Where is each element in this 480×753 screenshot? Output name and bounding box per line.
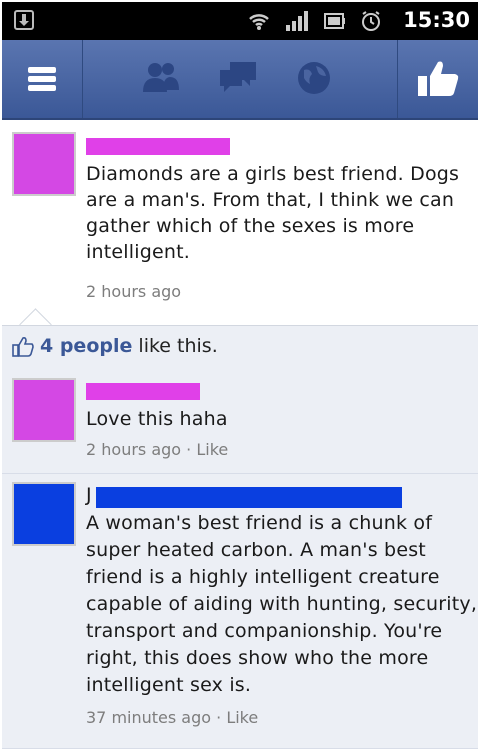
comment: Love this haha 2 hours ago · Like bbox=[2, 368, 478, 474]
alarm-icon bbox=[362, 11, 380, 31]
comment-meta: 37 minutes ago · Like bbox=[86, 708, 258, 727]
like-count-icon bbox=[12, 337, 34, 357]
comment-author-name-redacted[interactable] bbox=[86, 383, 200, 400]
likes-count-link[interactable]: 4 people bbox=[40, 335, 132, 357]
meta-separator: · bbox=[211, 708, 227, 727]
jewel-icons bbox=[142, 60, 332, 96]
clock: 15:30 bbox=[403, 8, 470, 32]
post-text-line-1: Diamonds are a girls best friend. Dogs bbox=[86, 163, 460, 185]
battery-icon bbox=[324, 13, 345, 29]
post-text-line-4: intelligent. bbox=[86, 241, 190, 263]
comment: J A woman's best friend is a chunk of su… bbox=[2, 474, 478, 749]
comment-timestamp: 37 minutes ago bbox=[86, 708, 212, 727]
comment-meta: 2 hours ago · Like bbox=[86, 440, 228, 459]
comment-author-avatar[interactable] bbox=[12, 378, 76, 442]
post-author-avatar[interactable] bbox=[12, 132, 76, 196]
wifi-icon bbox=[249, 14, 269, 30]
comment-text-line-3: friend is a highly intelligent creature bbox=[86, 566, 440, 588]
comment-text-line-6: right, this does show who the more bbox=[86, 647, 429, 669]
comment-text-line-1: A woman's best friend is a chunk of bbox=[86, 512, 433, 534]
comment-author-name-redacted[interactable] bbox=[96, 487, 402, 508]
comment-author-initial[interactable]: J bbox=[86, 482, 92, 508]
status-icons bbox=[248, 10, 382, 32]
like-thumb-icon[interactable] bbox=[397, 40, 478, 118]
likes-summary[interactable]: 4 people like this. bbox=[2, 326, 478, 369]
post-timestamp: 2 hours ago bbox=[86, 282, 182, 301]
screen: 15:30 Diamonds are a girls best friend. … bbox=[2, 2, 478, 749]
comment-text-line-7: intelligent sex is. bbox=[86, 674, 252, 696]
facebook-top-bar bbox=[2, 40, 478, 120]
likes-suffix: like this. bbox=[132, 335, 218, 357]
comment-like-link[interactable]: Like bbox=[226, 708, 258, 727]
notifications-globe-icon[interactable] bbox=[296, 60, 332, 96]
comment-text-line-4: capable of aiding with hunting, security… bbox=[86, 593, 478, 615]
likes-summary-text: 4 people like this. bbox=[40, 335, 218, 357]
comment-text-line-2: super heated carbon. A man's best bbox=[86, 539, 426, 561]
meta-separator: · bbox=[181, 440, 197, 459]
menu-icon[interactable] bbox=[2, 40, 83, 118]
post-text-line-3: gather which of the sexes is more bbox=[86, 215, 415, 237]
comment-timestamp: 2 hours ago bbox=[86, 440, 182, 459]
comment-text-line-5: transport and companionship. You're bbox=[86, 620, 443, 642]
comment-like-link[interactable]: Like bbox=[196, 440, 228, 459]
messages-icon[interactable] bbox=[218, 60, 258, 96]
download-notification-icon[interactable] bbox=[14, 10, 34, 30]
post-author-name-redacted[interactable] bbox=[86, 138, 230, 155]
comment-author-avatar[interactable] bbox=[12, 482, 76, 546]
post: Diamonds are a girls best friend. Dogs a… bbox=[2, 120, 478, 325]
post-text-line-2: are a man's. From that, I think we can bbox=[86, 189, 455, 211]
friend-requests-icon[interactable] bbox=[142, 60, 180, 96]
status-bar: 15:30 bbox=[2, 2, 478, 40]
comment-text: Love this haha bbox=[86, 408, 228, 430]
signal-bars-icon bbox=[286, 11, 308, 31]
